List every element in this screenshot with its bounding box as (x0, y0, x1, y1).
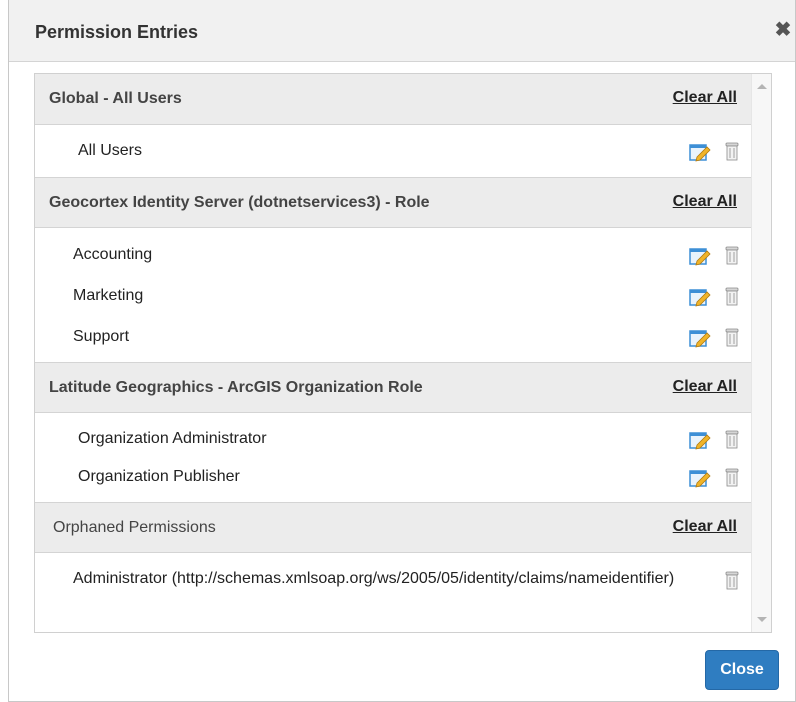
permission-label: All Users (78, 142, 143, 159)
permission-label: Organization Publisher (78, 468, 240, 485)
edit-pencil-icon[interactable] (689, 468, 711, 488)
group-title: Geocortex Identity Server (dotnetservice… (49, 194, 430, 211)
permission-list: Global - All Users Clear All All Users G… (34, 73, 772, 633)
permission-row-orphaned-administrator: Administrator (http://schemas.xmlsoap.or… (35, 568, 751, 612)
dialog-header: Permission Entries ✖ (9, 0, 795, 62)
permission-label: Support (73, 328, 130, 345)
edit-pencil-icon[interactable] (689, 246, 711, 266)
trash-can-icon[interactable] (725, 245, 739, 265)
scroll-up-arrow-icon[interactable] (757, 84, 767, 89)
scroll-down-arrow-icon[interactable] (757, 617, 767, 622)
list-scrollbar[interactable] (751, 74, 771, 632)
group-title: Latitude Geographics - ArcGIS Organizati… (49, 379, 423, 396)
clear-all-link[interactable]: Clear All (673, 193, 737, 211)
edit-pencil-icon[interactable] (689, 430, 711, 450)
dialog-title: Permission Entries (35, 22, 199, 42)
trash-can-icon[interactable] (725, 467, 739, 487)
group-title: Orphaned Permissions (53, 519, 216, 536)
edit-pencil-icon[interactable] (689, 328, 711, 348)
group-header-latitude: Latitude Geographics - ArcGIS Organizati… (35, 362, 751, 413)
trash-can-icon[interactable] (725, 286, 739, 306)
group-title: Global - All Users (49, 90, 182, 107)
close-button[interactable]: Close (705, 650, 779, 690)
permission-label: Accounting (73, 246, 153, 263)
edit-pencil-icon[interactable] (689, 142, 711, 162)
trash-can-icon[interactable] (725, 570, 739, 590)
trash-can-icon[interactable] (725, 327, 739, 347)
permission-row-all-users: All Users (35, 133, 751, 169)
group-header-geocortex: Geocortex Identity Server (dotnetservice… (35, 177, 751, 228)
permission-label: Organization Administrator (78, 430, 267, 447)
permission-row-accounting: Accounting (35, 237, 751, 273)
permission-label: Marketing (73, 287, 144, 304)
clear-all-link[interactable]: Clear All (673, 378, 737, 396)
group-header-orphaned: Orphaned Permissions Clear All (35, 502, 751, 553)
trash-can-icon[interactable] (725, 141, 739, 161)
clear-all-link[interactable]: Clear All (673, 89, 737, 107)
permission-row-marketing: Marketing (35, 278, 751, 314)
permission-label: Administrator (http://schemas.xmlsoap.or… (73, 570, 675, 587)
permission-row-support: Support (35, 319, 751, 355)
permission-row-org-administrator: Organization Administrator (35, 421, 751, 457)
group-header-global: Global - All Users Clear All (35, 74, 751, 125)
trash-can-icon[interactable] (725, 429, 739, 449)
edit-pencil-icon[interactable] (689, 287, 711, 307)
permission-list-content: Global - All Users Clear All All Users G… (35, 74, 751, 632)
permission-entries-dialog: Permission Entries ✖ Global - All Users … (8, 0, 796, 702)
permission-row-org-publisher: Organization Publisher (35, 459, 751, 495)
close-icon[interactable]: ✖ (773, 20, 793, 40)
clear-all-link[interactable]: Clear All (673, 518, 737, 536)
